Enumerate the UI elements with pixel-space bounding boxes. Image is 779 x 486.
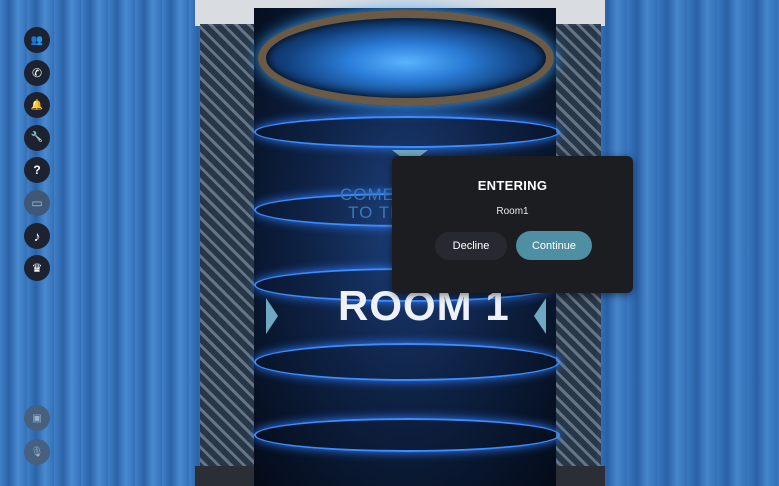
dialog-room-name: Room1: [496, 206, 529, 217]
decline-button[interactable]: Decline: [435, 232, 507, 260]
arrow-left-icon: [534, 298, 546, 334]
patterned-wall-left: [200, 24, 256, 470]
music-icon[interactable]: ♪: [24, 222, 50, 249]
glow-ring: [254, 418, 560, 452]
entering-room-dialog: ENTERING Room1 Decline Continue: [392, 156, 633, 293]
wrench-glyph: 🔧: [30, 132, 44, 144]
crown-icon[interactable]: ♛: [24, 255, 50, 282]
people-glyph: 👥: [30, 34, 44, 46]
phone-icon[interactable]: ✆: [24, 59, 50, 86]
mic-off-icon[interactable]: 🎙: [24, 439, 50, 465]
help-icon[interactable]: ?: [24, 157, 50, 184]
crown-glyph: ♛: [31, 261, 43, 276]
bell-glyph: 🔔: [30, 99, 44, 111]
wrench-icon[interactable]: 🔧: [24, 124, 50, 151]
media-controls: ▣ 🎙: [24, 405, 50, 472]
laptop-icon[interactable]: ▭: [24, 189, 50, 216]
left-toolbar: 👥 ✆ 🔔 🔧 ? ▭ ♪ ♛: [24, 27, 50, 288]
virtual-room-scene: COME TO TE ROOM 1: [0, 0, 779, 486]
people-icon[interactable]: 👥: [24, 27, 50, 53]
arrow-right-icon: [266, 298, 278, 334]
continue-button[interactable]: Continue: [516, 231, 592, 260]
glow-ring: [254, 116, 560, 148]
laptop-glyph: ▭: [31, 195, 43, 210]
mic-glyph: 🎙: [30, 446, 44, 458]
music-glyph: ♪: [33, 227, 41, 244]
portal-ring: [258, 10, 554, 106]
glow-ring: [254, 343, 560, 381]
phone-glyph: ✆: [31, 65, 43, 80]
bell-icon[interactable]: 🔔: [24, 92, 50, 119]
camera-off-icon[interactable]: ▣: [24, 405, 50, 431]
camera-glyph: ▣: [32, 412, 42, 424]
dialog-title: ENTERING: [477, 178, 548, 193]
help-glyph: ?: [33, 163, 41, 178]
